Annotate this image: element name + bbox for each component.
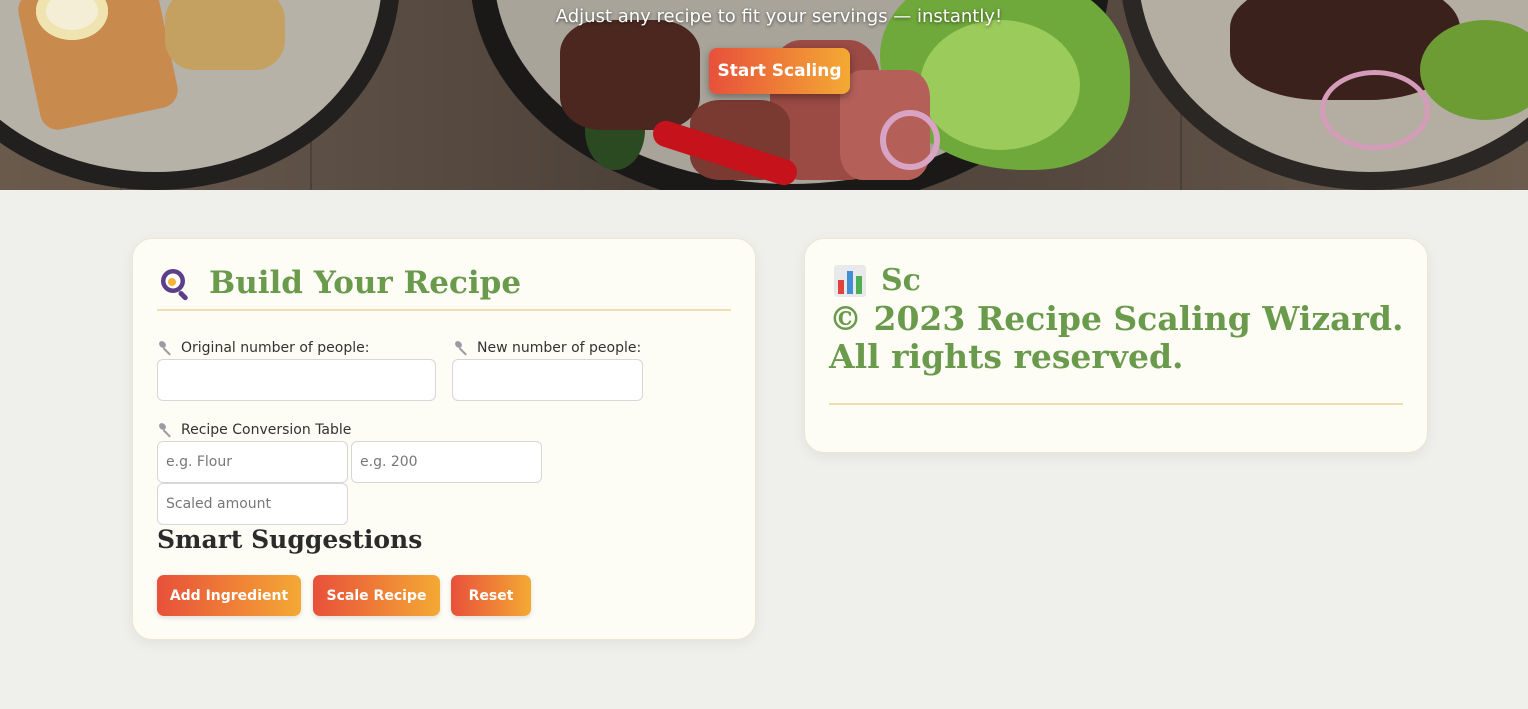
footer-copyright: © 2023 Recipe Scaling Wizard. All rights…: [829, 299, 1404, 376]
scale-recipe-button[interactable]: Scale Recipe: [313, 575, 440, 616]
results-title-text: Sc: [881, 263, 921, 298]
results-card: Sc © 2023 Recipe Scaling Wizard. All rig…: [804, 238, 1428, 453]
new-people-label: New number of people:: [453, 339, 641, 357]
conversion-table-label: Recipe Conversion Table: [157, 421, 351, 439]
bar-chart-icon: [834, 264, 866, 297]
original-people-label: Original number of people:: [157, 339, 369, 357]
original-people-input[interactable]: [157, 359, 436, 401]
hero-tagline: Adjust any recipe to fit your servings —…: [555, 6, 1003, 27]
reset-button[interactable]: Reset: [451, 575, 531, 616]
results-title: Sc © 2023 Recipe Scaling Wizard. All rig…: [829, 263, 1409, 376]
start-scaling-button[interactable]: Start Scaling: [709, 48, 850, 94]
add-ingredient-button[interactable]: Add Ingredient: [157, 575, 301, 616]
spoon-icon: [455, 341, 467, 356]
scaled-amount-input[interactable]: [157, 483, 348, 525]
ingredient-name-input[interactable]: [157, 441, 348, 483]
spoon-icon: [159, 341, 171, 356]
title-divider: [829, 403, 1403, 405]
title-divider: [157, 309, 731, 311]
spoon-icon: [159, 423, 171, 438]
magnifier-pan-icon: [161, 269, 188, 301]
hero-banner: Adjust any recipe to fit your servings —…: [0, 0, 1528, 190]
smart-suggestions-heading: Smart Suggestions: [157, 525, 423, 554]
build-recipe-card: Build Your Recipe Original number of peo…: [132, 238, 756, 640]
new-people-input[interactable]: [452, 359, 643, 401]
ingredient-amount-input[interactable]: [351, 441, 542, 483]
card-title: Build Your Recipe: [157, 265, 521, 301]
build-recipe-title: Build Your Recipe: [209, 265, 522, 301]
